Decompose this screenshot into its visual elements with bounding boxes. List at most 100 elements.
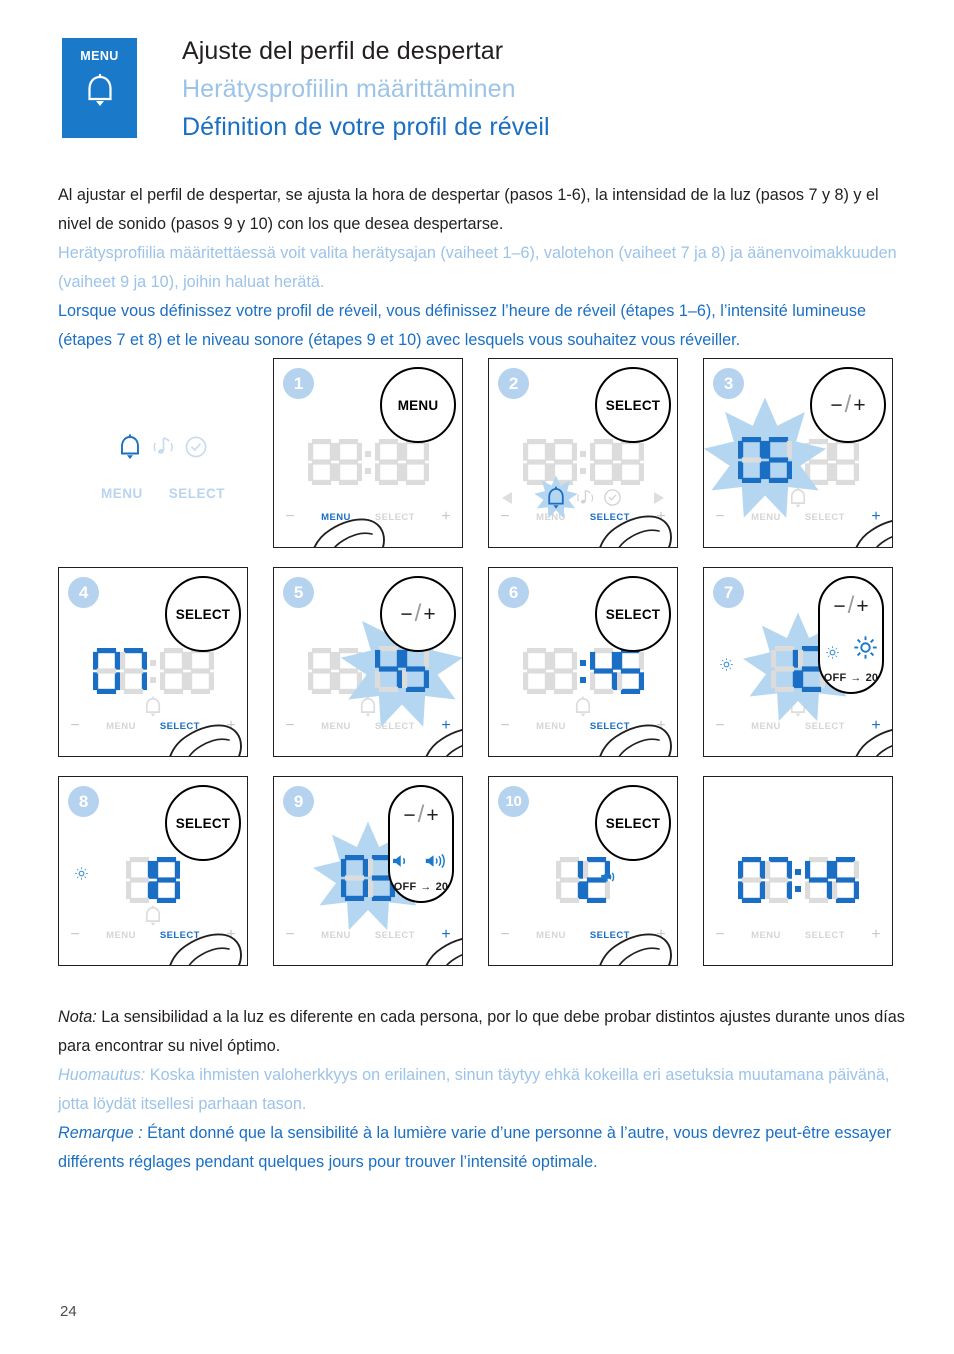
step-cell-1: 1 MENU − MENU SELECT + — [273, 358, 463, 548]
minus-plus-button[interactable]: − / + — [810, 367, 886, 443]
minus-plus-label: − / + — [403, 801, 439, 828]
finger-icon — [159, 917, 245, 965]
display-digits — [307, 606, 462, 727]
minus-plus-range-callout[interactable]: − / + OFF → 20 — [388, 785, 454, 903]
display-digit — [334, 439, 362, 485]
range-arrow-icon: → — [420, 881, 432, 893]
intro-fi: Herätysprofiilia määritettäessä voit val… — [58, 244, 897, 291]
manual-page: MENU Ajuste del perfil de despertar Herä… — [0, 0, 954, 1354]
clock-display — [274, 431, 462, 493]
minus-button[interactable]: − — [68, 718, 82, 734]
range-to: 20 — [435, 881, 449, 893]
control-strip-row: − MENU SELECT + — [713, 927, 883, 943]
display-digit — [771, 645, 798, 692]
select-button[interactable]: SELECT — [165, 576, 241, 652]
menu-button[interactable]: MENU — [106, 930, 136, 941]
minus-plus-label: − / + — [833, 592, 869, 619]
plus-button[interactable]: + — [439, 509, 453, 525]
step-panel: 7 − / + OFF → 20 − MENU SELECT + — [703, 567, 893, 757]
minus-button[interactable]: − — [283, 927, 297, 943]
display-digit — [549, 648, 577, 694]
display-digits — [312, 821, 424, 931]
select-button[interactable]: SELECT — [805, 930, 845, 941]
range-arrow-icon: → — [850, 672, 862, 684]
finger-icon — [855, 520, 892, 547]
minus-button[interactable]: − — [713, 718, 727, 734]
note-es-text: La sensibilidad a la luz es diferente en… — [58, 1008, 905, 1055]
menu-button[interactable]: MENU — [536, 721, 566, 732]
step-cell-3: 3 − / + − MENU SELECT + — [703, 358, 893, 548]
step-cell-8: 8 SELECT − MENU SELECT + — [58, 776, 248, 966]
finger-icon — [855, 729, 892, 756]
speaker-high-icon — [424, 852, 451, 875]
step-cell-11: − MENU SELECT + — [703, 776, 893, 966]
step-panel: 4 SELECT − MENU SELECT + — [58, 567, 248, 757]
range-from: OFF — [823, 672, 847, 684]
plus-button[interactable]: + — [869, 927, 883, 943]
note-fi-text: Koska ihmisten valoherkkyys on erilainen… — [58, 1066, 890, 1113]
clock-display — [489, 849, 677, 911]
select-button[interactable]: SELECT — [165, 785, 241, 861]
note-fr-label: Remarque : — [58, 1124, 143, 1142]
minus-button[interactable]: − — [498, 509, 512, 525]
display-digit — [556, 857, 583, 903]
finger-icon — [425, 938, 462, 965]
minus-button[interactable]: − — [283, 718, 297, 734]
step-row-1: 1 MENU − MENU SELECT + 2 SELECT − MENU S… — [58, 358, 906, 548]
step-number-badge: 10 — [498, 786, 529, 817]
bell-icon — [83, 72, 117, 117]
flashing-group — [312, 821, 424, 931]
menu-button[interactable]: MENU — [536, 930, 566, 941]
select-button[interactable]: SELECT — [595, 576, 671, 652]
minus-button[interactable]: − — [283, 509, 297, 525]
intro-es: Al ajustar el perfil de despertar, se aj… — [58, 186, 879, 233]
display-digit — [522, 648, 550, 694]
step-number-badge: 3 — [713, 368, 744, 399]
minus-button[interactable]: − — [498, 718, 512, 734]
finger-icon — [844, 502, 892, 547]
callout-icons — [390, 852, 452, 875]
menu-button[interactable]: MENU — [751, 930, 781, 941]
menu-button[interactable]: MENU — [106, 721, 136, 732]
flashing-group — [704, 397, 826, 518]
step-number-badge: 7 — [713, 577, 744, 608]
display-digit — [831, 439, 859, 485]
select-button[interactable]: SELECT — [595, 785, 671, 861]
minus-plus-button[interactable]: − / + — [380, 576, 456, 652]
flashing-group — [742, 612, 854, 722]
logo-menu-label: MENU — [80, 49, 119, 63]
display-digit — [831, 857, 859, 903]
clock-display — [489, 431, 677, 493]
step-cell-9: 9 − / + OFF → 20 − MENU SELECT + — [273, 776, 463, 966]
menu-logo-box: MENU — [62, 38, 137, 138]
footer-note: Nota: La sensibilidad a la luz es difere… — [58, 1003, 906, 1177]
sun-small-icon — [825, 646, 839, 659]
step-row-3: 8 SELECT − MENU SELECT + 9 − / + OFF → 2… — [58, 776, 906, 966]
note-fr-text: Étant donné que la sensibilité à la lumi… — [58, 1124, 892, 1171]
speaker-icon — [599, 869, 623, 890]
callout-range: OFF → 20 — [820, 672, 882, 684]
step-panel: 8 SELECT − MENU SELECT + — [58, 776, 248, 966]
minus-button[interactable]: − — [713, 927, 727, 943]
display-colon — [364, 439, 373, 485]
clock-display — [704, 397, 892, 518]
step-number-badge: 5 — [283, 577, 314, 608]
display-digits — [522, 648, 644, 694]
step-row-2: 4 SELECT − MENU SELECT + 5 − / + − MENU … — [58, 567, 906, 757]
minus-button[interactable]: − — [498, 927, 512, 943]
note-es-label: Nota: — [58, 1008, 97, 1026]
display-digit — [737, 857, 765, 903]
step-number-badge: 4 — [68, 577, 99, 608]
display-colon — [579, 439, 588, 485]
step-cell-6: 6 SELECT − MENU SELECT + — [488, 567, 678, 757]
minus-button[interactable]: − — [68, 927, 82, 943]
display-digit — [126, 857, 153, 903]
intro-fr: Lorsque vous définissez votre profil de … — [58, 302, 867, 349]
minus-plus-range-callout[interactable]: − / + OFF → 20 — [818, 576, 884, 694]
clock-display — [704, 849, 892, 911]
control-strip: − MENU SELECT + — [704, 919, 892, 965]
step-number-badge: 9 — [283, 786, 314, 817]
menu-button[interactable]: MENU — [380, 367, 456, 443]
range-from: OFF — [393, 881, 417, 893]
select-button[interactable]: SELECT — [595, 367, 671, 443]
